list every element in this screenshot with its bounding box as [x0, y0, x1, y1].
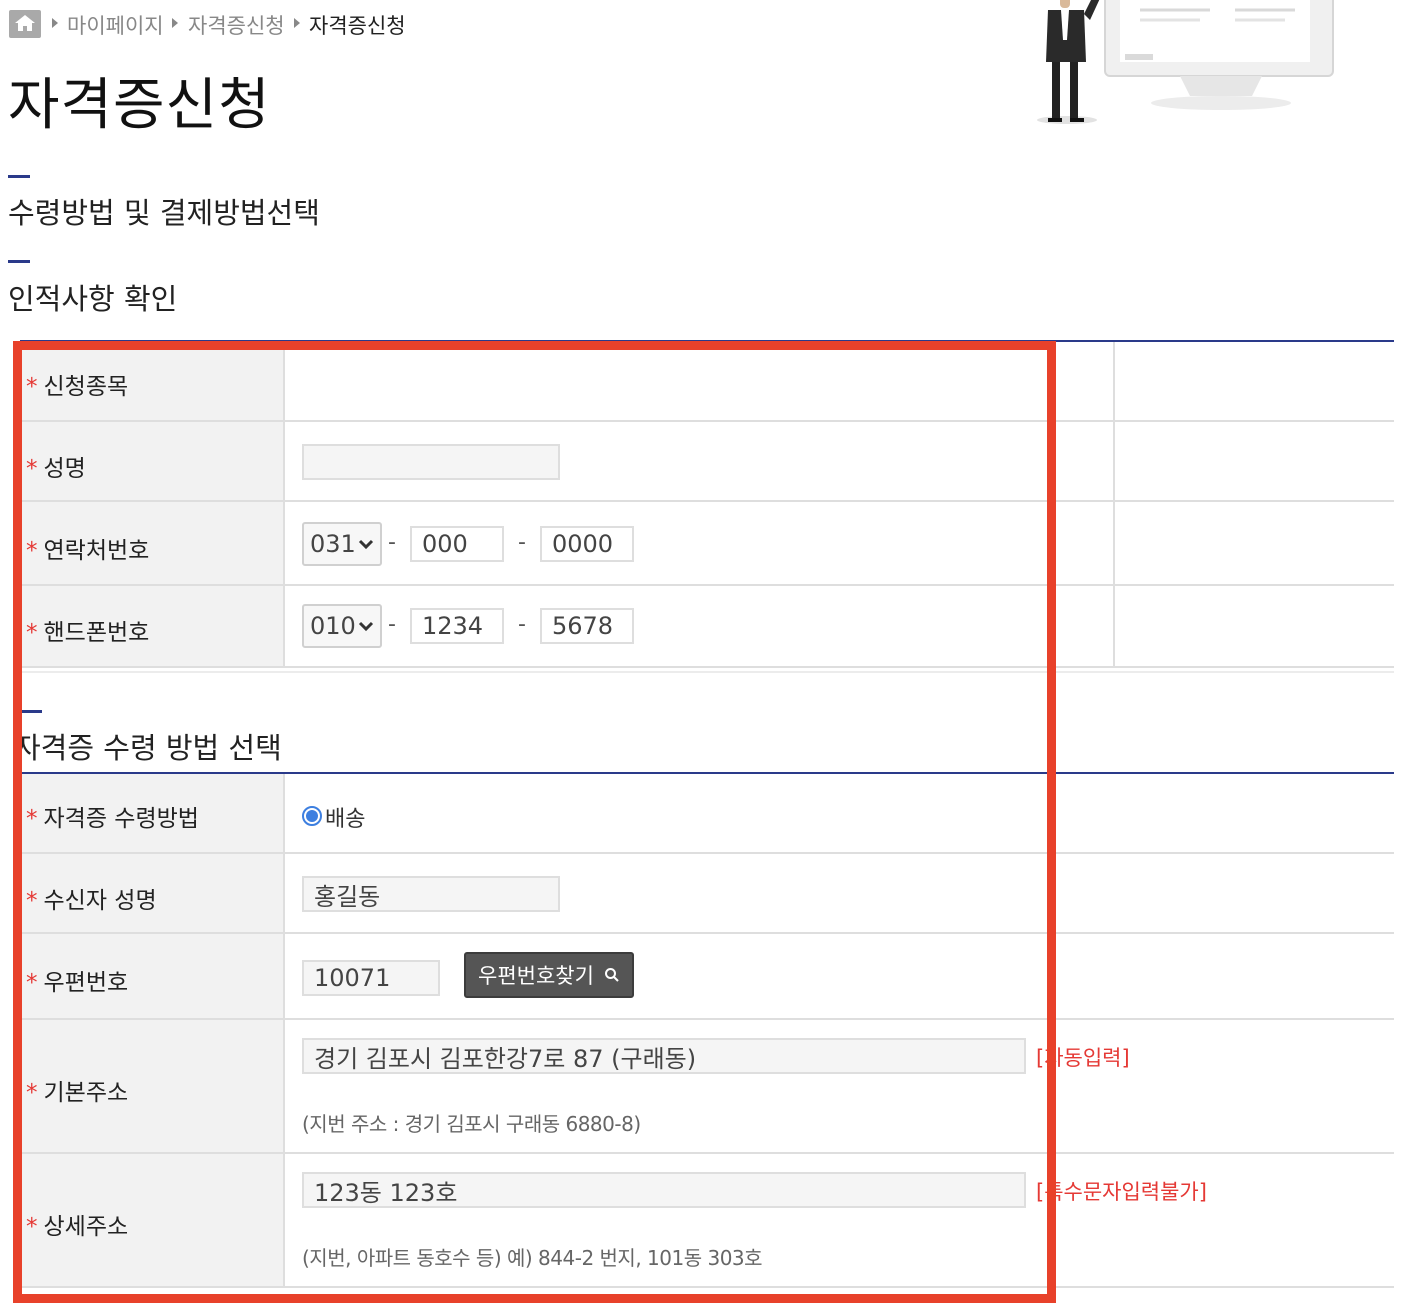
name-field[interactable] — [302, 444, 560, 480]
postal-label-text: 우편번호 — [43, 970, 129, 996]
phone-area-code-select[interactable]: 031 — [302, 522, 382, 566]
chevron-down-icon — [358, 621, 374, 632]
auto-input-note: [자동입력] — [1036, 1046, 1130, 1070]
hero-illustration — [1030, 0, 1360, 130]
required-mark: * — [26, 538, 38, 564]
column-divider — [283, 774, 285, 1286]
base-address-field[interactable]: 경기 김포시 김포한강7로 87 (구래동) — [302, 1038, 1026, 1074]
breadcrumb-certificate[interactable]: 자격증신청 — [188, 10, 285, 40]
detail-address-hint: (지번, 아파트 동호수 등) 예) 844-2 번지, 101동 303호 — [302, 1246, 763, 1270]
radio-selected-dot — [306, 810, 318, 822]
name-label: * 성명 — [26, 449, 86, 483]
breadcrumb-separator-icon — [294, 18, 300, 28]
name-label-text: 성명 — [43, 456, 86, 482]
phone-label-text: 연락처번호 — [43, 538, 150, 564]
mobile-label: * 핸드폰번호 — [26, 613, 149, 647]
subject-label: * 신청종목 — [26, 367, 128, 401]
section-marker — [20, 710, 42, 713]
row-divider — [20, 1152, 1394, 1154]
page-title: 자격증신청 — [8, 73, 271, 138]
row-divider — [20, 500, 1394, 502]
mobile-middle-field[interactable]: 1234 — [410, 608, 504, 644]
chevron-down-icon — [358, 539, 374, 550]
find-postal-code-button[interactable]: 우편번호찾기 — [464, 952, 634, 998]
section-marker — [8, 175, 30, 178]
home-icon[interactable] — [9, 10, 41, 38]
column-divider — [283, 342, 285, 667]
detail-address-label-text: 상세주소 — [43, 1214, 129, 1240]
table-bottom-border — [20, 671, 1394, 673]
breadcrumb-mypage[interactable]: 마이페이지 — [67, 10, 164, 40]
required-mark: * — [26, 806, 38, 832]
address-label-text: 기본주소 — [43, 1080, 129, 1106]
mobile-separator: - — [388, 612, 396, 637]
required-mark: * — [26, 456, 38, 482]
phone-last-field[interactable]: 0000 — [540, 526, 634, 562]
row-divider — [20, 584, 1394, 586]
section-title-receipt-method: 자격증 수령 방법 선택 — [14, 731, 282, 765]
receipt-method-label: * 자격증 수령방법 — [26, 799, 199, 833]
required-mark: * — [26, 620, 38, 646]
mobile-prefix-value: 010 — [310, 612, 356, 640]
delivery-radio[interactable] — [302, 806, 322, 826]
no-special-chars-note: [특수문자입력불가] — [1036, 1180, 1207, 1204]
required-mark: * — [26, 1080, 38, 1106]
postal-code-field[interactable]: 10071 — [302, 960, 440, 996]
search-icon — [604, 968, 619, 982]
detail-address-field[interactable]: 123동 123호 — [302, 1172, 1026, 1208]
table-bottom-border — [20, 666, 1394, 668]
phone-middle-field[interactable]: 000 — [410, 526, 504, 562]
row-divider — [20, 852, 1394, 854]
phone-separator: - — [518, 530, 526, 555]
mobile-prefix-select[interactable]: 010 — [302, 604, 382, 648]
breadcrumb-separator-icon — [172, 18, 178, 28]
delivery-radio-label[interactable]: 배송 — [325, 801, 365, 833]
receipt-method-label-text: 자격증 수령방법 — [43, 806, 199, 832]
recipient-label: * 수신자 성명 — [26, 881, 157, 915]
required-mark: * — [26, 374, 38, 400]
row-divider — [20, 1286, 1394, 1288]
column-divider — [1113, 342, 1115, 667]
postal-label: * 우편번호 — [26, 963, 128, 997]
row-divider — [20, 420, 1394, 422]
breadcrumb-current: 자격증신청 — [309, 14, 406, 38]
table-top-border — [20, 772, 1394, 774]
jibun-address-hint: (지번 주소 : 경기 김포시 구래동 6880-8) — [302, 1112, 641, 1136]
section-title-receipt-payment: 수령방법 및 결제방법선택 — [8, 196, 320, 230]
recipient-label-text: 수신자 성명 — [43, 888, 157, 914]
detail-address-label: * 상세주소 — [26, 1207, 128, 1241]
row-divider — [20, 1018, 1394, 1020]
mobile-last-field[interactable]: 5678 — [540, 608, 634, 644]
required-mark: * — [26, 888, 38, 914]
breadcrumb-separator-icon — [52, 18, 58, 28]
phone-label: * 연락처번호 — [26, 531, 149, 565]
table-top-border — [20, 340, 1394, 342]
section-marker — [8, 260, 30, 263]
find-postal-code-label: 우편번호찾기 — [478, 964, 594, 988]
section-title-personal-info: 인적사항 확인 — [8, 282, 178, 316]
phone-separator: - — [388, 530, 396, 555]
mobile-label-text: 핸드폰번호 — [43, 620, 150, 646]
subject-label-text: 신청종목 — [43, 374, 129, 400]
phone-area-code-value: 031 — [310, 530, 356, 558]
address-label: * 기본주소 — [26, 1073, 128, 1107]
recipient-name-field[interactable]: 홍길동 — [302, 876, 560, 912]
required-mark: * — [26, 970, 38, 996]
row-divider — [20, 932, 1394, 934]
required-mark: * — [26, 1214, 38, 1240]
mobile-separator: - — [518, 612, 526, 637]
